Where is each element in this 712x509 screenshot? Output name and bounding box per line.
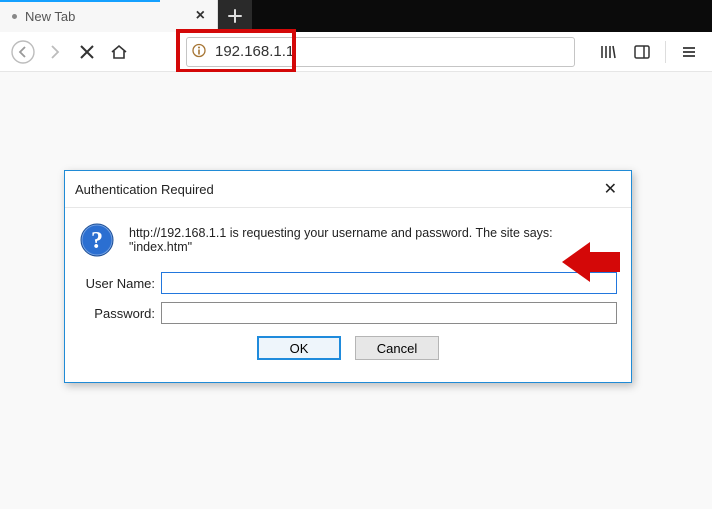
back-button[interactable] [8,37,38,67]
dialog-close-icon[interactable]: ✕ [598,177,623,201]
cancel-button[interactable]: Cancel [355,336,439,360]
svg-text:?: ? [91,228,103,254]
username-label: User Name: [79,276,155,291]
password-input[interactable] [161,302,617,324]
question-icon: ? [79,222,115,258]
password-label: Password: [79,306,155,321]
dialog-title: Authentication Required [75,182,214,197]
dialog-titlebar: Authentication Required ✕ [65,171,631,208]
stop-button[interactable] [72,37,102,67]
url-info-icon[interactable] [192,43,206,60]
browser-tab[interactable]: New Tab × [0,0,218,32]
tab-title: New Tab [25,9,190,24]
sidebar-icon[interactable] [627,37,657,67]
tab-favicon [12,14,17,19]
tab-loading-indicator [0,0,160,2]
browser-toolbar [0,32,712,72]
username-input[interactable] [161,272,617,294]
forward-button[interactable] [40,37,70,67]
ok-button[interactable]: OK [257,336,341,360]
home-button[interactable] [104,37,134,67]
dialog-message: http://192.168.1.1 is requesting your us… [129,222,617,254]
new-tab-button[interactable] [218,0,252,32]
url-bar-container [186,37,575,67]
tab-close-icon[interactable]: × [190,7,211,25]
tab-bar: New Tab × [0,0,712,32]
toolbar-right [593,37,704,67]
auth-dialog: Authentication Required ✕ ? http://192.1… [64,170,632,383]
toolbar-separator [665,41,666,63]
library-icon[interactable] [593,37,623,67]
url-input[interactable] [186,37,575,67]
menu-icon[interactable] [674,37,704,67]
dialog-body: ? http://192.168.1.1 is requesting your … [65,208,631,382]
